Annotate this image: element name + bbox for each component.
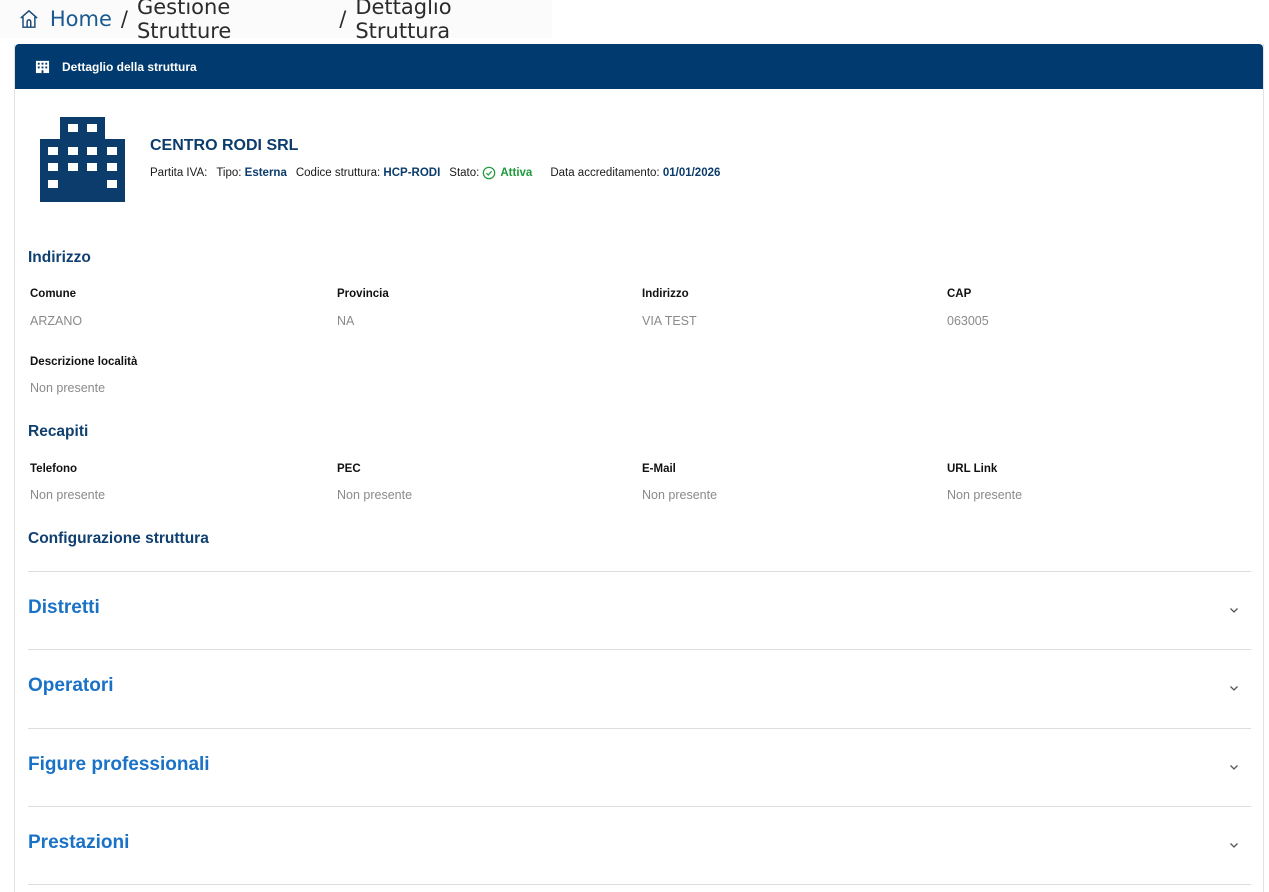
card-header: Dettaglio della struttura (15, 44, 1263, 89)
stato-value: Attiva (500, 167, 533, 179)
breadcrumb-separator: / (120, 7, 128, 31)
divider (28, 884, 1251, 885)
structure-meta: Partita IVA: Tipo: Esterna Codice strutt… (150, 166, 720, 180)
cap-value: 063005 (947, 314, 989, 328)
structure-name: CENTRO RODI SRL (150, 137, 299, 154)
breadcrumb-gestione-strutture-link[interactable]: Gestione Strutture (137, 0, 330, 43)
chevron-down-icon[interactable] (1227, 838, 1241, 852)
data-accreditamento-value: 01/01/2026 (662, 167, 721, 179)
accordion-prestazioni[interactable]: Prestazioni (28, 806, 1251, 884)
descrizione-localita-value: Non presente (30, 381, 106, 395)
building-icon (35, 60, 50, 74)
section-title-indirizzo: Indirizzo (28, 249, 91, 266)
email-value: Non presente (642, 488, 718, 502)
chevron-down-icon[interactable] (1227, 760, 1241, 774)
accordion-title: Figure professionali (28, 754, 210, 775)
breadcrumb-separator: / (339, 7, 347, 31)
section-title-configurazione: Configurazione struttura (28, 530, 209, 547)
card-header-title: Dettaglio della struttura (62, 59, 197, 74)
accordion-title: Distretti (28, 597, 100, 618)
data-accreditamento-label: Data accreditamento: (550, 167, 660, 179)
cap-label: CAP (947, 288, 972, 300)
breadcrumb-home-link[interactable]: Home (50, 7, 112, 31)
codice-label: Codice struttura: (295, 167, 381, 179)
partita-iva-label: Partita IVA: (150, 167, 208, 179)
chevron-down-icon[interactable] (1227, 603, 1241, 617)
chevron-down-icon[interactable] (1227, 681, 1241, 695)
section-title-recapiti: Recapiti (28, 423, 89, 440)
accordion-title: Operatori (28, 675, 114, 696)
accordion-distretti[interactable]: Distretti (28, 571, 1251, 649)
provincia-value: NA (337, 314, 355, 328)
tipo-label: Tipo: (216, 167, 242, 179)
accordion-title: Prestazioni (28, 832, 130, 853)
indirizzo-value: VIA TEST (642, 314, 697, 328)
breadcrumb: Home / Gestione Strutture / Dettaglio St… (0, 0, 552, 43)
home-icon[interactable] (18, 8, 40, 30)
pec-value: Non presente (337, 488, 413, 502)
url-link-label: URL Link (947, 463, 998, 475)
accordion-figure-professionali[interactable]: Figure professionali (28, 728, 1251, 806)
comune-label: Comune (30, 288, 76, 300)
structure-detail-card: Dettaglio della struttura CENTRO RODI SR… (14, 44, 1264, 892)
accordion-operatori[interactable]: Operatori (28, 649, 1251, 727)
indirizzo-label: Indirizzo (642, 288, 689, 300)
check-circle-icon (483, 166, 496, 180)
pec-label: PEC (337, 463, 361, 475)
tipo-value: Esterna (244, 167, 287, 179)
descrizione-localita-label: Descrizione località (30, 356, 138, 368)
provincia-label: Provincia (337, 288, 389, 300)
stato-label: Stato: (449, 167, 480, 179)
codice-value: HCP-RODI (383, 167, 441, 179)
url-link-value: Non presente (947, 488, 1023, 502)
email-label: E-Mail (642, 463, 676, 475)
breadcrumb-current: Dettaglio Struttura (355, 0, 452, 43)
comune-value: ARZANO (30, 314, 83, 328)
telefono-label: Telefono (30, 463, 78, 475)
structure-building-icon (40, 117, 125, 202)
telefono-value: Non presente (30, 488, 106, 502)
